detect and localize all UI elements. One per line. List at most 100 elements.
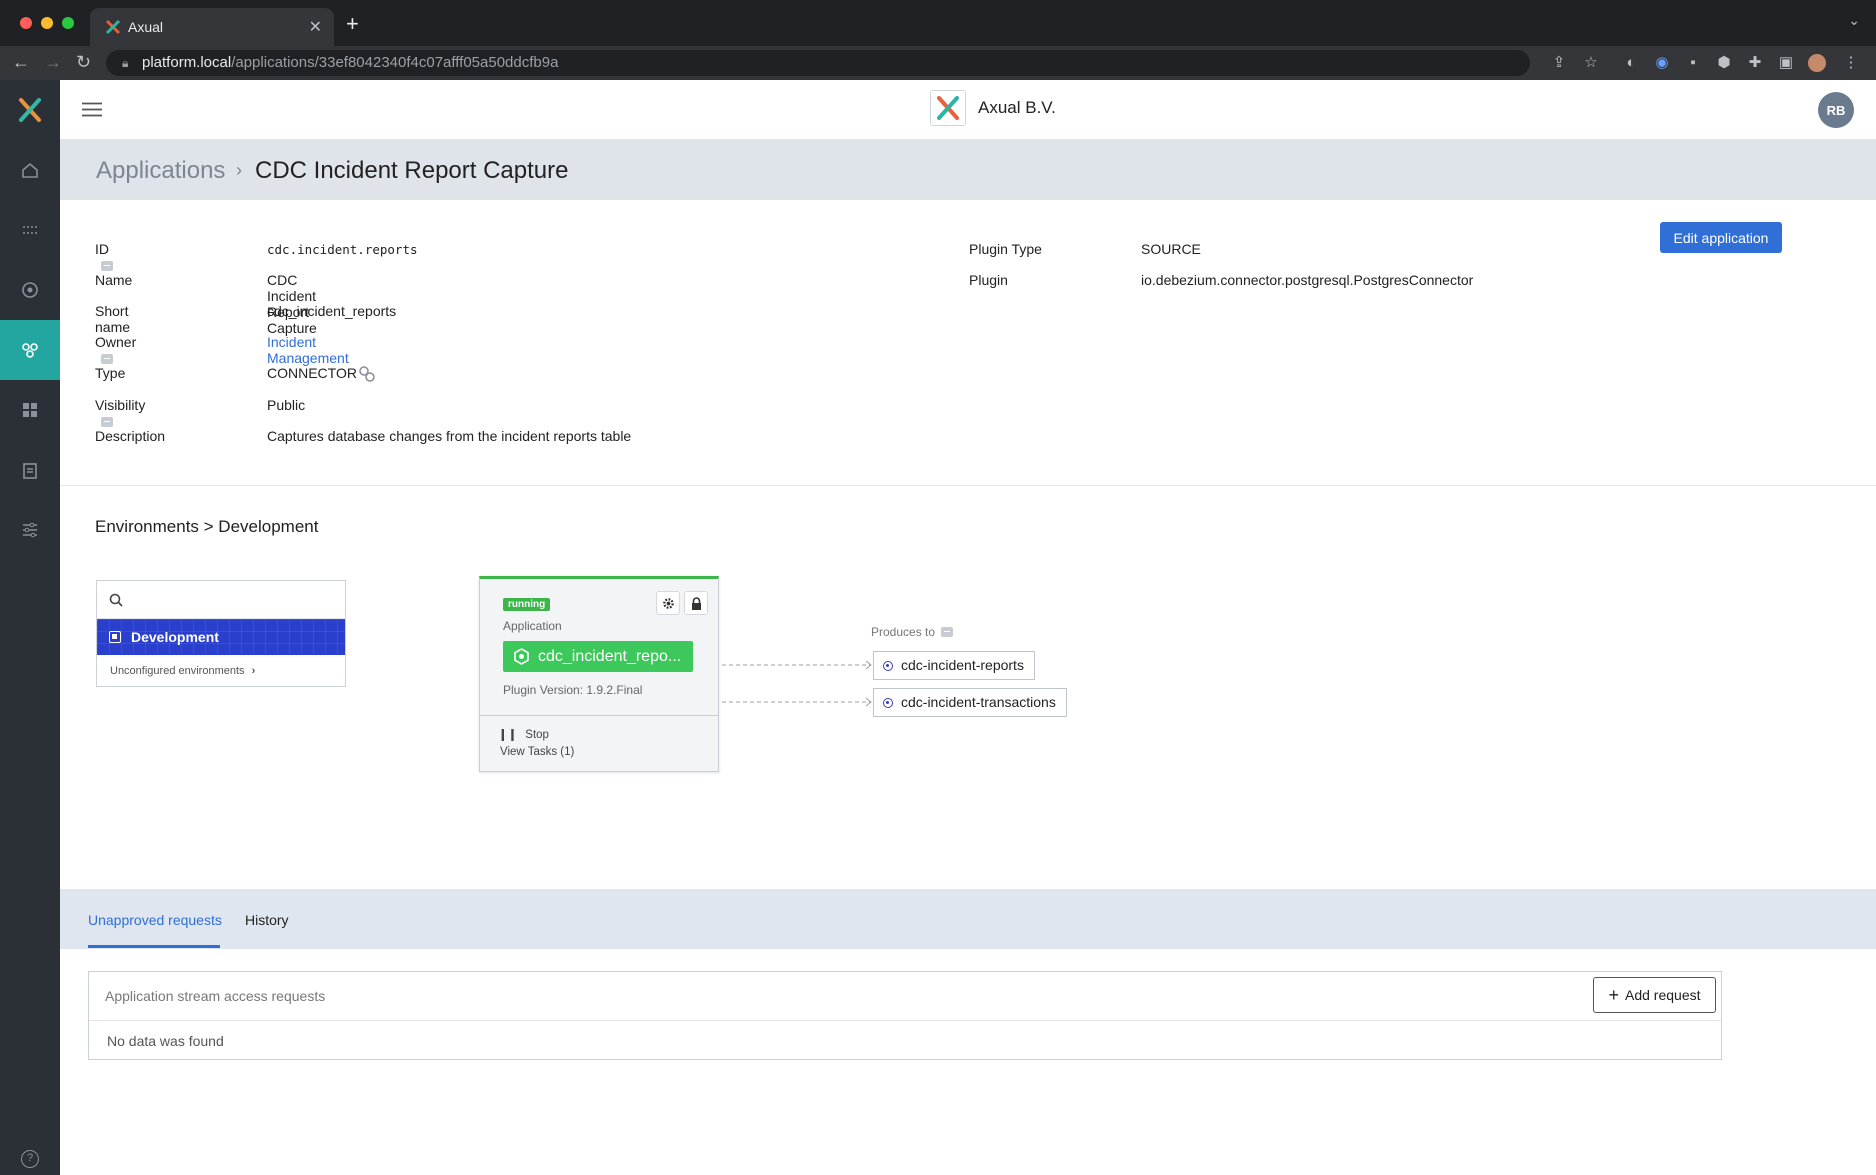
type-label: Type — [95, 365, 126, 381]
info-icon[interactable] — [941, 627, 954, 637]
requests-table: Application stream access requests + Add… — [88, 971, 1722, 1060]
description-label: Description — [95, 428, 166, 444]
type-value: CONNECTOR — [267, 365, 357, 381]
puzzle-icon[interactable]: ✚ — [1746, 54, 1764, 72]
divider — [480, 715, 718, 716]
breadcrumb-applications-link[interactable]: Applications — [96, 157, 225, 185]
requests-table-title: Application stream access requests — [105, 988, 326, 1004]
status-badge: running — [503, 598, 551, 611]
plugin-value: io.debezium.connector.postgresql.Postgre… — [1141, 272, 1474, 288]
grid-icon — [23, 403, 37, 417]
application-node-card: running Application cdc_incident_repo...… — [479, 576, 719, 772]
new-tab-icon[interactable]: + — [346, 11, 359, 37]
tab-unapproved-requests[interactable]: Unapproved requests — [88, 912, 222, 928]
maximize-window-button[interactable] — [62, 17, 74, 29]
environments-title: Environments > Development — [95, 517, 319, 536]
axual-logo-icon — [19, 98, 41, 122]
tab-history[interactable]: History — [245, 912, 289, 928]
plus-icon: + — [1608, 985, 1619, 1005]
environment-check-icon — [109, 631, 121, 643]
environment-item-development[interactable]: Development — [97, 619, 345, 655]
edit-application-button[interactable]: Edit application — [1660, 222, 1782, 253]
browser-toolbar: ← → ↻ 🔒︎ platform.local/applications/33e… — [0, 46, 1876, 80]
application-name-chip[interactable]: cdc_incident_repo... — [503, 641, 693, 672]
sidebar-item-applications[interactable] — [0, 320, 60, 380]
reload-icon[interactable]: ↻ — [76, 52, 91, 73]
sidebar-item-settings[interactable] — [0, 500, 60, 560]
empty-state-text: No data was found — [107, 1033, 224, 1049]
back-arrow-icon[interactable]: ← — [12, 52, 30, 73]
environment-item-label: Development — [131, 629, 219, 645]
active-tab-indicator — [88, 945, 220, 948]
chevron-right-icon: › — [251, 665, 256, 677]
side-panel-icon[interactable]: ▣ — [1777, 54, 1795, 72]
extension-icon[interactable]: ◐ — [1622, 54, 1640, 72]
home-icon — [22, 162, 38, 178]
lock-icon: 🔒︎ — [122, 56, 129, 70]
app-header: Axual B.V. RB — [60, 80, 1876, 140]
info-icon[interactable] — [101, 354, 113, 364]
applications-icon — [22, 343, 38, 358]
environment-selector: Development Unconfigured environments › — [96, 580, 346, 687]
add-request-button[interactable]: + Add request — [1593, 977, 1716, 1013]
settings-button[interactable] — [656, 591, 680, 615]
topic-chip[interactable]: cdc-incident-reports — [873, 651, 1035, 680]
sidebar-item-streams[interactable] — [0, 200, 60, 260]
minimize-window-button[interactable] — [41, 17, 53, 29]
owner-link[interactable]: Incident Management — [267, 334, 349, 366]
close-window-button[interactable] — [20, 17, 32, 29]
profile-avatar[interactable] — [1808, 54, 1826, 72]
plugin-type-value: SOURCE — [1141, 241, 1201, 257]
sidebar-item-dashboard[interactable] — [0, 140, 60, 200]
topic-icon — [883, 698, 893, 708]
plugin-label: Plugin — [969, 272, 1008, 288]
id-value: cdc.incident.reports — [267, 242, 418, 257]
password-manager-icon[interactable]: ◉ — [1653, 54, 1671, 72]
view-tasks-link[interactable]: View Tasks (1) — [500, 746, 574, 758]
axual-favicon-icon — [105, 19, 121, 35]
extension-icon[interactable]: ▪ — [1684, 54, 1702, 72]
axual-logo-icon[interactable] — [0, 80, 60, 140]
extension-icon[interactable]: ⬢ — [1715, 54, 1733, 72]
organization-brand: Axual B.V. — [930, 90, 1056, 126]
browser-tab[interactable]: Axual ✕ — [90, 8, 334, 46]
organization-logo-icon — [930, 90, 966, 126]
sidebar-item-reports[interactable] — [0, 440, 60, 500]
requests-table-header: Application stream access requests + Add… — [89, 972, 1721, 1021]
tab-search-chevron-icon[interactable]: ⌄ — [1848, 12, 1860, 29]
app-sidebar — [0, 80, 60, 1175]
stop-button[interactable]: ❙❙ Stop — [498, 727, 549, 741]
application-name-text: cdc_incident_repo... — [538, 648, 682, 665]
user-avatar[interactable]: RB — [1818, 92, 1854, 128]
help-icon[interactable]: ? — [21, 1150, 39, 1168]
target-icon — [22, 282, 38, 298]
hamburger-menu-icon[interactable] — [82, 102, 102, 117]
browser-menu-icon[interactable]: ⋮ — [1842, 54, 1860, 72]
description-value: Captures database changes from the incid… — [267, 428, 632, 444]
sidebar-item-topics[interactable] — [0, 260, 60, 320]
info-icon[interactable] — [101, 417, 113, 427]
browser-tab-strip: Axual ✕ + ⌄ — [0, 0, 1876, 46]
gear-icon — [662, 597, 674, 609]
environment-search — [97, 581, 345, 619]
bookmark-star-icon[interactable]: ☆ — [1582, 54, 1600, 72]
lock-button[interactable] — [684, 591, 708, 615]
topic-name: cdc-incident-transactions — [901, 694, 1056, 710]
name-label: Name — [95, 272, 133, 288]
forward-arrow-icon[interactable]: → — [44, 52, 62, 73]
environment-search-input[interactable] — [127, 587, 337, 613]
sidebar-item-environments[interactable] — [0, 380, 60, 440]
page-title: CDC Incident Report Capture — [255, 157, 569, 184]
address-bar[interactable]: 🔒︎ platform.local/applications/33ef80423… — [106, 50, 1530, 76]
organization-name: Axual B.V. — [978, 98, 1056, 117]
info-icon[interactable] — [101, 261, 113, 271]
close-tab-icon[interactable]: ✕ — [309, 17, 322, 37]
topic-chip[interactable]: cdc-incident-transactions — [873, 688, 1067, 717]
pause-icon: ❙❙ — [498, 729, 518, 741]
hexagon-icon — [514, 648, 529, 665]
breadcrumb: Applications › CDC Incident Report Captu… — [60, 140, 1876, 200]
clipboard-icon — [23, 463, 37, 479]
owner-label: Owner — [95, 334, 137, 350]
share-icon[interactable]: ⇪ — [1550, 54, 1568, 72]
unconfigured-environments-link[interactable]: Unconfigured environments › — [110, 665, 255, 677]
